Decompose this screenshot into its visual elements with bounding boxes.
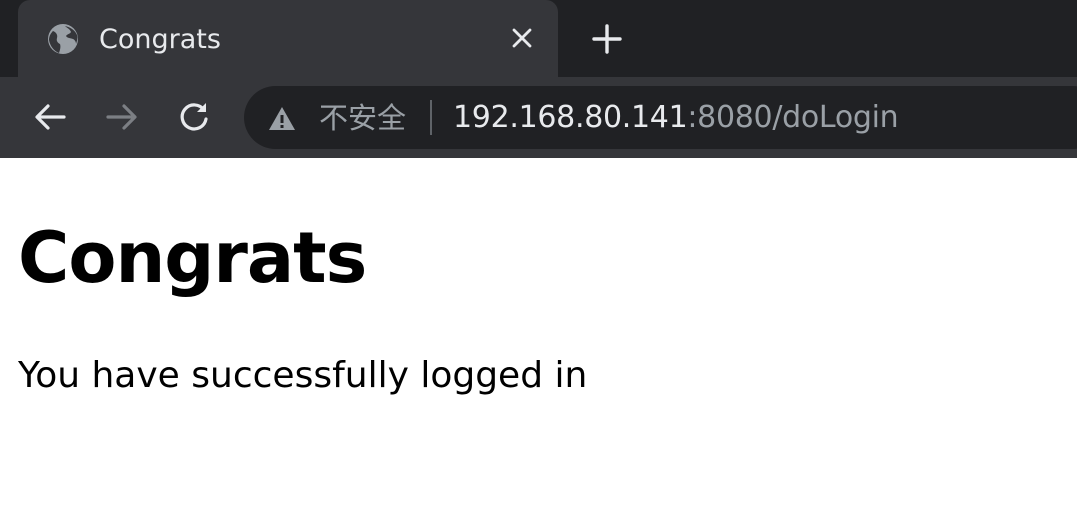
success-message: You have successfully logged in	[18, 355, 588, 396]
page-content: Congrats You have successfully logged in	[0, 158, 1077, 521]
browser-toolbar: 不安全 192.168.80.141:8080/doLogin	[0, 77, 1077, 158]
arrow-left-icon[interactable]	[30, 97, 70, 137]
url-host: 192.168.80.141	[453, 100, 688, 135]
close-icon[interactable]	[506, 22, 538, 54]
url-path: :8080/doLogin	[687, 100, 899, 135]
tab-title: Congrats	[99, 24, 221, 55]
globe-icon	[46, 22, 80, 56]
page-heading: Congrats	[18, 217, 367, 299]
url-text[interactable]: 192.168.80.141:8080/doLogin	[453, 86, 899, 149]
plus-icon[interactable]	[588, 20, 626, 58]
arrow-right-icon[interactable]	[102, 97, 142, 137]
omnibox-divider	[430, 100, 432, 135]
address-bar[interactable]: 不安全 192.168.80.141:8080/doLogin	[244, 86, 1077, 149]
security-label[interactable]: 不安全	[319, 86, 406, 149]
tab-strip: Congrats	[0, 0, 1077, 77]
reload-icon[interactable]	[174, 97, 214, 137]
active-tab[interactable]: Congrats	[18, 0, 558, 77]
warning-icon[interactable]	[266, 103, 298, 133]
